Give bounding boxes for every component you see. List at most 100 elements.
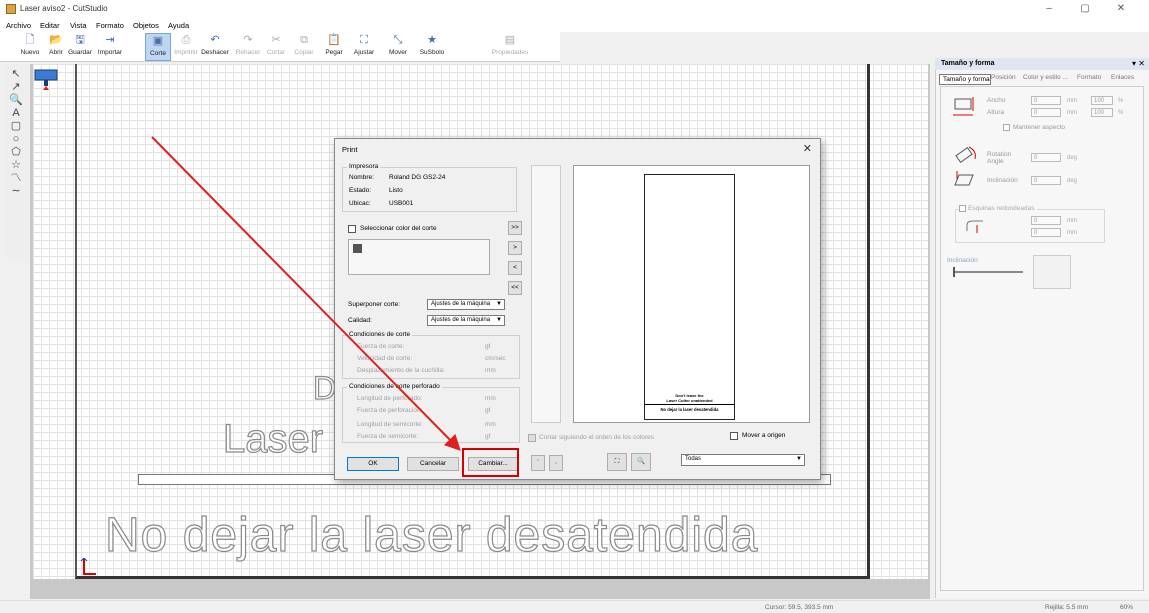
half-cut-length-unit: mm [485, 421, 496, 428]
chevron-down-button-icon[interactable]: ⌄ [549, 455, 563, 471]
toolbar-ajustar-button[interactable]: ⛶ Ajustar [349, 33, 379, 61]
corner-input-1[interactable]: 0 [1031, 216, 1061, 225]
new-icon: 🗋 [25, 34, 35, 46]
toolbar-mover-button[interactable]: ⤡ Mover [383, 33, 413, 61]
toolbar-rehacer-button[interactable]: ↷ Rehacer [232, 33, 264, 61]
toolbar-importar-button[interactable]: ⇥ Importar [93, 33, 127, 61]
toolbar-susbolo-button[interactable]: ★ SuSbolo [415, 33, 449, 61]
skew-input[interactable]: 0 [1031, 176, 1061, 185]
menu-editar[interactable]: Editar [40, 21, 60, 30]
menu-ayuda[interactable]: Ayuda [168, 21, 189, 30]
tab-size-shape[interactable]: Tamaño y forma [939, 74, 991, 85]
perforation-force-unit: gf [485, 407, 491, 414]
fit-page-icon[interactable]: ⛶ [607, 453, 627, 471]
canvas-text-laser[interactable]: Laser [222, 416, 323, 462]
keep-aspect-checkbox[interactable] [1003, 124, 1010, 131]
rotation-input[interactable]: 0 [1031, 153, 1061, 162]
move-right-button[interactable]: > [508, 241, 522, 255]
corner-input-2[interactable]: 0 [1031, 228, 1061, 237]
chevron-down-icon: ▼ [496, 301, 502, 307]
toolbar-corte-button[interactable]: ▣ Corte [145, 33, 171, 61]
perforated-cut-group: Condiciones de corte perforado Longitud … [342, 383, 520, 443]
print-preview: Don't leave the Laser Cutter unattended … [573, 165, 810, 423]
width-percent-input[interactable]: 100 [1091, 96, 1113, 105]
select-cut-color-checkbox[interactable] [348, 225, 356, 233]
ok-button[interactable]: OK [347, 457, 399, 471]
menu-vista[interactable]: Vista [70, 21, 87, 30]
slider-handle[interactable] [953, 267, 955, 277]
canvas-text-d[interactable]: D [312, 369, 336, 407]
width-unit: mm [1067, 98, 1077, 104]
zoom-tool-icon[interactable]: 🔍 [9, 93, 23, 107]
toolbar-cortar-button[interactable]: ✂ Cortar [263, 33, 289, 61]
tab-position[interactable]: Posición [991, 74, 1016, 81]
tab-format[interactable]: Formato [1077, 74, 1101, 81]
color-list[interactable] [348, 239, 490, 275]
toolbar-label: Imprimir [174, 49, 198, 56]
select-tool-icon[interactable]: ↖ [9, 67, 23, 81]
polygon-tool-icon[interactable]: ⬠ [9, 145, 23, 159]
panel-header: Tamaño y forma ▾ ✕ [935, 58, 1149, 70]
height-input[interactable]: 0 [1031, 108, 1061, 117]
curve-tool-icon[interactable]: ∼ [9, 184, 23, 198]
menu-objetos[interactable]: Objetos [133, 21, 159, 30]
rounded-corners-checkbox[interactable] [959, 205, 966, 212]
ellipse-tool-icon[interactable]: ○ [9, 132, 23, 146]
tab-color-style[interactable]: Color y estilo ... [1023, 74, 1068, 81]
height-percent-input[interactable]: 100 [1091, 108, 1113, 117]
preview-line [645, 404, 734, 405]
color-order-list[interactable] [531, 165, 561, 423]
location-value: USB001 [389, 200, 414, 207]
overlap-cut-select[interactable]: Ajustes de la máquina ▼ [427, 299, 505, 310]
quality-select[interactable]: Ajustes de la máquina ▼ [427, 315, 505, 326]
cancel-button[interactable]: Cancelar [407, 457, 459, 471]
half-cut-force-label: Fuerza de semicorte: [357, 433, 419, 440]
move-left-button[interactable]: < [508, 261, 522, 275]
canvas-text-main[interactable]: No dejar la laser desatendida [104, 508, 758, 563]
toolbar-deshacer-button[interactable]: ↶ Deshacer [199, 33, 231, 61]
inclination-slider[interactable] [953, 271, 1023, 273]
minimize-button[interactable]: – [1034, 2, 1064, 16]
move-all-left-button[interactable]: << [508, 281, 522, 295]
cut-color-order-checkbox[interactable] [528, 434, 536, 442]
toolbar-guardar-button[interactable]: 🖫 Guardar [66, 33, 94, 61]
menu-archivo[interactable]: Archivo [6, 21, 31, 30]
overlap-cut-label: Superponer corte: [348, 301, 401, 308]
rounded-corners-label: Esquinas redondeadas [966, 205, 1037, 212]
panel-close-icon[interactable]: ▾ ✕ [1132, 59, 1145, 68]
width-label: Ancho [987, 97, 1006, 104]
node-edit-tool-icon[interactable]: ↗ [9, 80, 23, 94]
pages-select[interactable]: Todas ▼ [681, 454, 805, 466]
width-input[interactable]: 0 [1031, 96, 1061, 105]
toolbar-label: Propiedades [491, 49, 529, 56]
open-folder-icon: 📂 [49, 34, 63, 46]
toolbar-abrir-button[interactable]: 📂 Abrir [45, 33, 67, 61]
toolbar-propiedades-button[interactable]: ▤ Propiedades [487, 33, 533, 61]
toolbar-imprimir-button[interactable]: ⎙ Imprimir [170, 33, 202, 61]
size-icon [953, 97, 974, 116]
tab-links[interactable]: Enlaces [1111, 74, 1134, 81]
close-button[interactable]: ✕ [1106, 2, 1136, 16]
toolbar-copiar-button[interactable]: ⧉ Copiar [291, 33, 317, 61]
half-cut-length-label: Longitud de semicorte: [357, 421, 423, 428]
text-tool-icon[interactable]: A [9, 106, 23, 120]
chevron-down-icon: ▼ [796, 456, 802, 462]
move-all-right-button[interactable]: >> [508, 221, 522, 235]
skew-label: Inclinación [987, 177, 1018, 184]
highlight-box [462, 448, 519, 477]
status-bar: Cursor: 59.5, 393.5 mm Rejilla: 5.5 mm 6… [0, 600, 1149, 613]
maximize-button[interactable]: ▢ [1070, 2, 1100, 16]
chevron-up-icon[interactable]: ⌃ [531, 455, 545, 471]
color-swatch[interactable] [353, 244, 362, 253]
rectangle-tool-icon[interactable]: ▢ [9, 119, 23, 133]
star-tool-icon[interactable]: ☆ [9, 158, 23, 172]
polyline-tool-icon[interactable]: 〽 [9, 171, 23, 185]
toolbar-label: SuSbolo [419, 49, 445, 56]
toolbar-nuevo-button[interactable]: 🗋 Nuevo [18, 33, 42, 61]
dialog-close-button[interactable]: ✕ [803, 142, 812, 155]
toolbar-pegar-button[interactable]: 📋 Pegar [321, 33, 347, 61]
zoom-icon[interactable]: 🔍 [631, 453, 651, 471]
tool-strip: ↖ ↗ 🔍 A ▢ ○ ⬠ ☆ 〽 ∼ [6, 64, 28, 259]
move-origin-checkbox[interactable] [730, 432, 738, 440]
menu-formato[interactable]: Formato [96, 21, 124, 30]
